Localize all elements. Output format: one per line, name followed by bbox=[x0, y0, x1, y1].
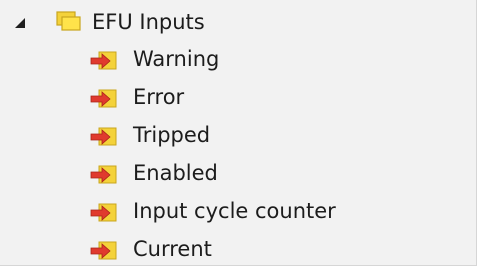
tree-item-tripped[interactable]: Tripped bbox=[0, 120, 476, 158]
tree-item-enabled[interactable]: Enabled bbox=[0, 158, 476, 196]
tree-item-label: Warning bbox=[133, 47, 220, 71]
input-variable-icon bbox=[90, 89, 117, 108]
input-variable-icon bbox=[90, 127, 117, 146]
tree-view: EFU Inputs Warning Error Tripped Enabled… bbox=[0, 0, 477, 266]
tree-item-current[interactable]: Current bbox=[0, 234, 476, 272]
tree-item-label: Current bbox=[133, 237, 212, 261]
tree-node-label: EFU Inputs bbox=[92, 10, 205, 34]
tree-item-warning[interactable]: Warning bbox=[0, 44, 476, 82]
tree-item-label: Input cycle counter bbox=[133, 199, 336, 223]
triangle-expanded-icon[interactable] bbox=[13, 16, 27, 30]
input-variable-icon bbox=[90, 165, 117, 184]
input-variable-icon bbox=[90, 241, 117, 260]
tree-item-label: Enabled bbox=[133, 161, 218, 185]
folder-icon bbox=[56, 11, 81, 31]
tree-item-input-cycle-counter[interactable]: Input cycle counter bbox=[0, 196, 476, 234]
tree-item-label: Error bbox=[133, 85, 185, 109]
tree-node-efu-inputs[interactable]: EFU Inputs bbox=[0, 6, 476, 38]
tree-item-label: Tripped bbox=[133, 123, 211, 147]
input-variable-icon bbox=[90, 203, 117, 222]
input-variable-icon bbox=[90, 51, 117, 70]
tree-children: Warning Error Tripped Enabled Input cycl… bbox=[0, 44, 476, 272]
tree-item-error[interactable]: Error bbox=[0, 82, 476, 120]
